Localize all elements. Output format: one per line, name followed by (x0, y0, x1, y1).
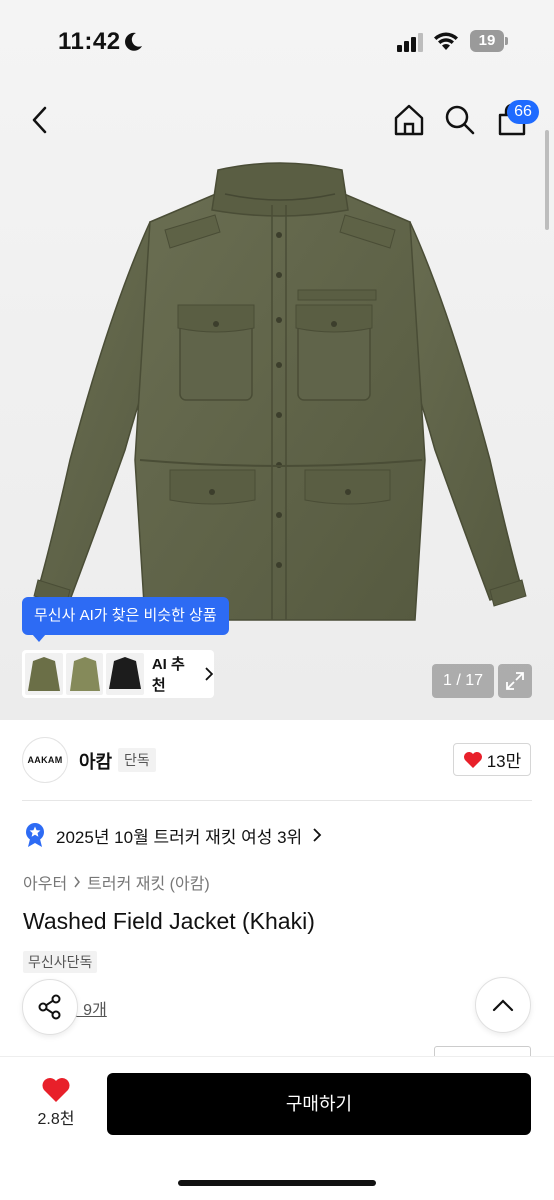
status-time: 11:42 (58, 28, 121, 55)
home-button[interactable] (389, 100, 429, 140)
back-button[interactable] (20, 100, 60, 140)
product-image[interactable] (30, 160, 530, 630)
cart-count-badge: 66 (507, 100, 539, 124)
ranking-link[interactable]: 2025년 10월 트러커 재킷 여성 3위 (24, 822, 322, 848)
image-counter: 1 / 17 (432, 664, 494, 698)
ai-recommend-link[interactable]: AI 추천 (152, 653, 214, 695)
ai-thumb-2[interactable] (65, 653, 104, 695)
wifi-icon (434, 32, 458, 50)
product-title: Washed Field Jacket (Khaki) (23, 908, 315, 934)
ai-thumb-3[interactable] (106, 653, 144, 695)
product-detail-screen: 11:42 19 66 무신사 AI가 찾은 비슷한 상품 AI 추천 1 / … (0, 0, 554, 1200)
brand-like-count: 13만 (486, 752, 522, 771)
battery-level: 19 (470, 30, 504, 52)
category-child[interactable]: 트러커 재킷 (아캄) (87, 870, 210, 894)
exclusive-tag: 단독 (118, 748, 156, 772)
chevron-up-icon (492, 999, 514, 1012)
heart-icon (463, 751, 482, 768)
musinsa-exclusive-tag: 무신사단독 (23, 951, 98, 973)
ai-similar-tooltip[interactable]: 무신사 AI가 찾은 비슷한 상품 (22, 597, 229, 635)
category-parent[interactable]: 아우터 (23, 870, 67, 894)
brand-like-button[interactable]: 13만 (453, 743, 531, 776)
ai-recommend-strip[interactable]: AI 추천 (22, 650, 214, 698)
product-like-count: 2.8천 (37, 1111, 75, 1128)
breadcrumb: 아우터 트러커 재킷 (아캄) (23, 870, 210, 894)
chevron-right-icon (74, 876, 81, 888)
heart-icon (42, 1078, 70, 1102)
scrollbar[interactable] (545, 130, 549, 230)
chevron-right-icon (313, 828, 322, 842)
scroll-top-button[interactable] (475, 977, 531, 1033)
brand-logo-text: AAKAM (27, 755, 63, 765)
share-button[interactable] (22, 979, 78, 1035)
search-icon (445, 105, 475, 135)
battery-cap (505, 37, 508, 45)
home-icon (394, 104, 424, 136)
home-indicator (178, 1180, 376, 1186)
divider (22, 800, 532, 801)
buy-button[interactable]: 구매하기 (107, 1073, 531, 1135)
ranking-text: 2025년 10월 트러커 재킷 여성 3위 (56, 827, 303, 847)
expand-icon (506, 672, 524, 690)
brand-logo[interactable]: AAKAM (22, 737, 68, 783)
chevron-right-icon (205, 667, 214, 681)
tooltip-tail (32, 634, 46, 642)
ai-recommend-label: AI 추천 (151, 656, 185, 694)
share-icon (38, 994, 61, 1020)
product-gallery[interactable]: 11:42 19 66 무신사 AI가 찾은 비슷한 상품 AI 추천 1 / … (0, 0, 554, 720)
moon-icon (125, 32, 142, 51)
search-button[interactable] (440, 100, 480, 140)
signal-icon (397, 33, 423, 52)
battery-icon: 19 (470, 30, 508, 52)
ai-thumb-1[interactable] (25, 653, 63, 695)
expand-button[interactable] (498, 664, 532, 698)
chevron-left-icon (32, 106, 47, 134)
brand-name[interactable]: 아캄 (79, 748, 112, 774)
product-like-button[interactable]: 2.8천 (22, 1075, 90, 1131)
ranking-badge-icon (26, 823, 44, 847)
